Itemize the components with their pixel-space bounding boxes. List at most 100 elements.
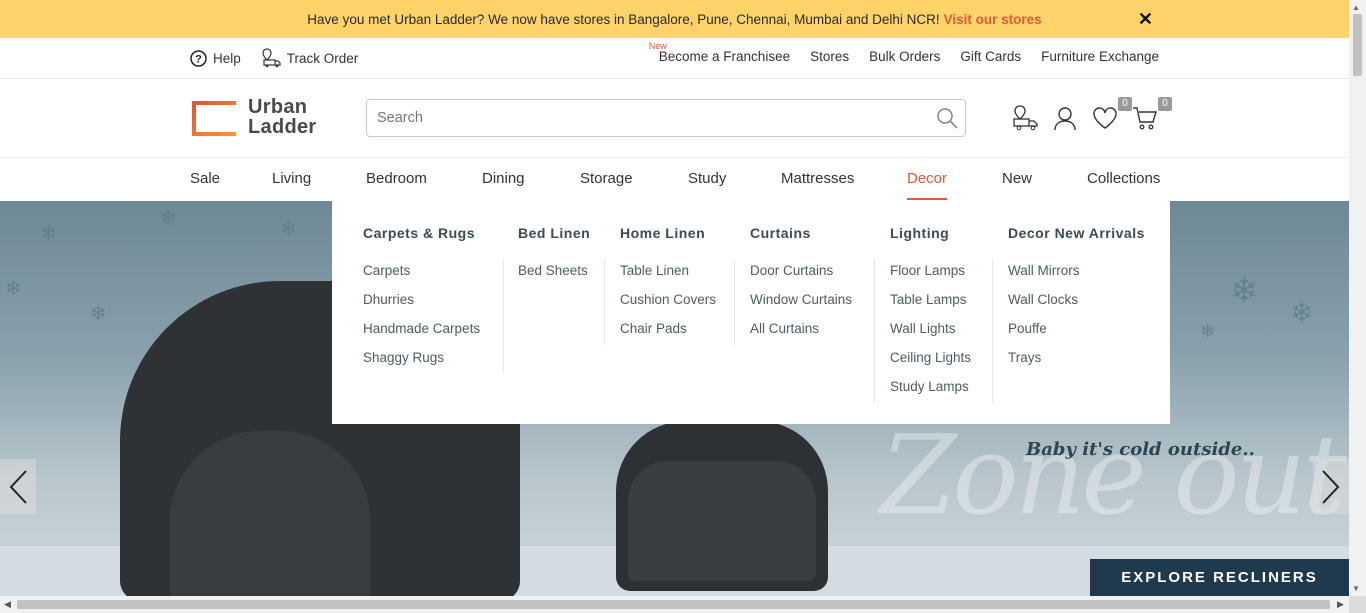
nav-sale[interactable]: Sale bbox=[190, 170, 220, 187]
nav-study[interactable]: Study bbox=[688, 170, 726, 187]
help-link[interactable]: ? Help bbox=[190, 48, 241, 68]
help-icon: ? bbox=[190, 49, 207, 67]
track-order-link[interactable]: Track Order bbox=[261, 48, 358, 68]
nav-decor[interactable]: Decor bbox=[907, 170, 948, 200]
hero-headline: Zone out bbox=[880, 411, 1347, 539]
carousel-prev-button[interactable] bbox=[0, 459, 36, 514]
hero-tagline: Baby it's cold outside.. bbox=[1026, 439, 1255, 460]
nav-mattresses[interactable]: Mattresses bbox=[781, 170, 854, 187]
urban-ladder-logo[interactable]: Urban Ladder bbox=[190, 97, 316, 137]
site-header: Urban Ladder 0 0 bbox=[0, 79, 1349, 158]
nav-bedroom[interactable]: Bedroom bbox=[366, 170, 427, 187]
chevron-right-icon bbox=[1322, 469, 1340, 504]
cart-count: 0 bbox=[1158, 97, 1172, 111]
scroll-left-icon[interactable]: ◀ bbox=[4, 599, 11, 610]
decor-mega-menu: Carpets & Rugs Carpets Dhurries Handmade… bbox=[332, 201, 1170, 424]
visit-stores-link[interactable]: Visit our stores bbox=[944, 12, 1042, 27]
explore-recliners-button[interactable]: EXPLORE RECLINERS bbox=[1090, 559, 1349, 596]
gift-cards-link[interactable]: Gift Cards bbox=[960, 49, 1021, 64]
menu-link[interactable]: Wall Lights bbox=[890, 319, 971, 348]
menu-link[interactable]: Wall Clocks bbox=[1008, 290, 1080, 319]
snowflake-icon: ❄ bbox=[280, 218, 297, 240]
menu-link[interactable]: Shaggy Rugs bbox=[363, 348, 480, 377]
snowflake-icon: ❄ bbox=[1290, 297, 1314, 328]
nav-storage[interactable]: Storage bbox=[580, 170, 633, 187]
menu-link[interactable]: Table Lamps bbox=[890, 290, 971, 319]
store-locator-button[interactable] bbox=[1012, 105, 1038, 131]
menu-heading[interactable]: Decor New Arrivals bbox=[1008, 225, 1145, 241]
cart-button[interactable]: 0 bbox=[1132, 97, 1172, 131]
menu-link[interactable]: Dhurries bbox=[363, 290, 480, 319]
menu-link[interactable]: Study Lamps bbox=[890, 377, 971, 406]
menu-link[interactable]: Chair Pads bbox=[620, 319, 716, 348]
snowflake-icon: ❄ bbox=[40, 223, 57, 245]
search-button[interactable] bbox=[935, 106, 959, 135]
furniture-exchange-link[interactable]: Furniture Exchange bbox=[1041, 49, 1159, 64]
search-input[interactable] bbox=[367, 100, 927, 136]
utility-bar: ? Help Track Order New Become a Franchis… bbox=[0, 38, 1349, 79]
snowflake-icon: ❄ bbox=[5, 278, 22, 300]
vertical-scroll-thumb[interactable] bbox=[1353, 14, 1362, 76]
menu-heading[interactable]: Carpets & Rugs bbox=[363, 225, 475, 241]
nav-new[interactable]: New bbox=[1002, 170, 1032, 187]
main-navigation: Sale Living Bedroom Dining Storage Study… bbox=[0, 158, 1349, 201]
user-icon bbox=[1054, 107, 1076, 131]
scroll-up-icon[interactable]: ▲ bbox=[1352, 3, 1360, 12]
nav-collections[interactable]: Collections bbox=[1087, 170, 1160, 187]
nav-dining[interactable]: Dining bbox=[482, 170, 525, 187]
menu-link[interactable]: Trays bbox=[1008, 348, 1080, 377]
become-franchisee-label: Become a Franchisee bbox=[658, 49, 791, 64]
menu-link[interactable]: Floor Lamps bbox=[890, 261, 971, 290]
carousel-next-button[interactable] bbox=[1313, 459, 1349, 514]
menu-link[interactable]: Handmade Carpets bbox=[363, 319, 480, 348]
menu-link[interactable]: Pouffe bbox=[1008, 319, 1080, 348]
menu-link[interactable]: Cushion Covers bbox=[620, 290, 716, 319]
announcement-bar: Have you met Urban Ladder? We now have s… bbox=[0, 0, 1349, 38]
cart-icon bbox=[1133, 107, 1157, 130]
recliner-small-image bbox=[616, 421, 828, 591]
track-order-icon bbox=[262, 48, 281, 68]
menu-link[interactable]: Table Linen bbox=[620, 261, 716, 290]
menu-link[interactable]: Bed Sheets bbox=[518, 261, 588, 290]
chevron-left-icon bbox=[9, 469, 27, 504]
new-badge: New bbox=[648, 41, 667, 51]
menu-divider bbox=[604, 259, 605, 345]
snowflake-icon: ❄ bbox=[160, 208, 177, 230]
menu-divider bbox=[992, 259, 993, 403]
menu-link[interactable]: Window Curtains bbox=[750, 290, 852, 319]
wishlist-button[interactable]: 0 bbox=[1092, 97, 1132, 131]
menu-link[interactable]: All Curtains bbox=[750, 319, 852, 348]
close-announcement-button[interactable]: ✕ bbox=[1138, 9, 1153, 30]
stores-link[interactable]: Stores bbox=[810, 49, 849, 64]
announcement-text: Have you met Urban Ladder? We now have s… bbox=[307, 11, 940, 27]
menu-heading[interactable]: Curtains bbox=[750, 225, 811, 241]
logo-mark-icon bbox=[192, 100, 236, 136]
menu-heading[interactable]: Home Linen bbox=[620, 225, 705, 241]
vertical-scrollbar[interactable]: ▲ ▼ bbox=[1349, 0, 1366, 596]
search-icon bbox=[937, 108, 958, 129]
menu-heading[interactable]: Bed Linen bbox=[518, 225, 590, 241]
menu-link[interactable]: Ceiling Lights bbox=[890, 348, 971, 377]
menu-divider bbox=[734, 259, 735, 345]
menu-heading[interactable]: Lighting bbox=[890, 225, 949, 241]
horizontal-scroll-thumb[interactable] bbox=[17, 600, 1330, 609]
menu-link[interactable]: Wall Mirrors bbox=[1008, 261, 1080, 290]
menu-link[interactable]: Door Curtains bbox=[750, 261, 852, 290]
snowflake-icon: ❄ bbox=[1200, 321, 1216, 341]
search-box bbox=[366, 99, 966, 137]
menu-divider bbox=[874, 259, 875, 403]
scroll-right-icon[interactable]: ▶ bbox=[1337, 599, 1344, 610]
bulk-orders-link[interactable]: Bulk Orders bbox=[869, 49, 940, 64]
account-button[interactable] bbox=[1052, 105, 1078, 131]
wishlist-count: 0 bbox=[1118, 97, 1132, 111]
svg-text:?: ? bbox=[195, 53, 202, 65]
horizontal-scrollbar[interactable]: ◀ ▶ bbox=[0, 596, 1349, 613]
logo-text-line2: Ladder bbox=[248, 116, 317, 138]
menu-divider bbox=[503, 259, 504, 373]
menu-link[interactable]: Carpets bbox=[363, 261, 480, 290]
scroll-down-icon[interactable]: ▼ bbox=[1352, 584, 1360, 593]
become-franchisee-link[interactable]: New Become a Franchisee bbox=[649, 41, 791, 64]
logo-text-line1: Urban bbox=[248, 96, 308, 118]
scrollbar-corner bbox=[1349, 596, 1366, 613]
nav-living[interactable]: Living bbox=[272, 170, 311, 187]
